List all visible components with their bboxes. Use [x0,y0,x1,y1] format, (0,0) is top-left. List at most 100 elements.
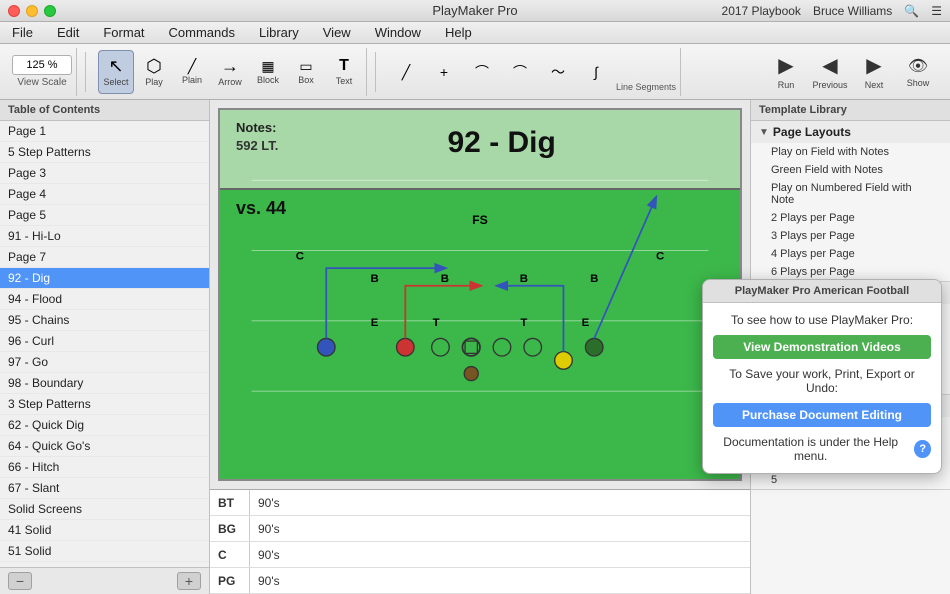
tpl-green-field[interactable]: Green Field with Notes [751,161,950,179]
line-seg-2[interactable]: + [426,50,462,94]
svg-text:C: C [656,250,664,262]
box-tool[interactable]: ▭ Box [288,50,324,94]
window-title: 2017 Playbook [722,4,801,18]
line-seg-4[interactable]: ⌒ [502,50,538,94]
menu-help[interactable]: Help [441,23,476,42]
show-button[interactable]: 👁 Show [898,50,938,94]
menu-file[interactable]: File [8,23,37,42]
toc-item-page1[interactable]: Page 1 [0,121,209,142]
line-seg-3[interactable]: ⌒ [464,50,500,94]
toolbar: View Scale ↖ Select ⬡ Play ╱ Plain → Arr… [0,44,950,100]
toc-item-boundary[interactable]: 98 - Boundary [0,373,209,394]
toc-item-hilo[interactable]: 91 - Hi-Lo [0,226,209,247]
toc-item-quickdig[interactable]: 62 - Quick Dig [0,415,209,436]
plain-icon: ╱ [188,59,196,73]
block-tool[interactable]: ▦ Block [250,50,286,94]
toc-item-5step[interactable]: 5 Step Patterns [0,142,209,163]
play-area: Notes: 592 LT. 92 - Dig vs. 44 FS [210,100,750,594]
next-button[interactable]: ▶ Next [854,50,894,94]
toc-item-solidscreens[interactable]: Solid Screens [0,499,209,520]
toc-item-page5[interactable]: Page 5 [0,205,209,226]
tool-group: ↖ Select ⬡ Play ╱ Plain → Arrow ▦ Block … [94,48,367,96]
toc-item-3step[interactable]: 3 Step Patterns [0,394,209,415]
text-icon: T [339,58,349,74]
minimize-button[interactable] [26,5,38,17]
toc-item-page3[interactable]: Page 3 [0,163,209,184]
popup-text1: To see how to use PlayMaker Pro: [713,313,931,327]
line-segments-label: Line Segments [616,82,676,96]
select-tool[interactable]: ↖ Select [98,50,134,94]
view-scale-label: View Scale [17,77,66,88]
tpl-numbered-field[interactable]: Play on Numbered Field with Note [751,179,950,209]
play-label: Play [145,77,163,87]
toc-plus-button[interactable]: + [177,572,201,590]
search-icon[interactable]: 🔍 [904,4,919,18]
svg-text:FS: FS [472,213,488,227]
toc-item-slant[interactable]: 67 - Slant [0,478,209,499]
svg-text:E: E [371,317,379,329]
menu-icon[interactable]: ☰ [931,4,942,18]
notes-grid: BT 90's BG 90's C 90's PG 90's [210,489,750,594]
popup-text3: Documentation is under the Help menu. [713,435,908,463]
svg-text:B: B [520,273,528,285]
play-diagram: FS C C B B B B E T T E [220,110,740,479]
menu-library[interactable]: Library [255,23,303,42]
svg-text:B: B [370,273,378,285]
line-seg-5[interactable]: 〜 [540,50,576,94]
fullscreen-button[interactable] [44,5,56,17]
tpl-4plays[interactable]: 4 Plays per Page [751,245,950,263]
text-tool[interactable]: T Text [326,50,362,94]
menu-view[interactable]: View [319,23,355,42]
play-tool[interactable]: ⬡ Play [136,50,172,94]
tpl-2plays[interactable]: 2 Plays per Page [751,209,950,227]
toc-item-chains[interactable]: 95 - Chains [0,310,209,331]
run-icon: ▶ [778,53,793,78]
toc-item-page4[interactable]: Page 4 [0,184,209,205]
text-label: Text [336,76,353,86]
toc-item-41solid[interactable]: 41 Solid [0,520,209,541]
toc-minus-button[interactable]: − [8,572,32,590]
notes-value-pg: 90's [250,574,750,588]
previous-button[interactable]: ◀ Previous [810,50,850,94]
toc-panel: Table of Contents Page 1 5 Step Patterns… [0,100,210,594]
close-button[interactable] [8,5,20,17]
menu-window[interactable]: Window [371,23,425,42]
menu-bar: File Edit Format Commands Library View W… [0,22,950,44]
toc-item-go[interactable]: 97 - Go [0,352,209,373]
arrow-tool[interactable]: → Arrow [212,50,248,94]
tpl-play-on-field[interactable]: Play on Field with Notes [751,143,950,161]
notes-label-c: C [210,542,250,567]
svg-text:B: B [441,273,449,285]
toc-item-curl[interactable]: 96 - Curl [0,331,209,352]
toc-item-dig[interactable]: 92 - Dig [0,268,209,289]
toc-item-flood[interactable]: 94 - Flood [0,289,209,310]
popup-help-row: Documentation is under the Help menu. ? [713,435,931,463]
view-scale-input[interactable] [12,55,72,75]
field[interactable]: Notes: 592 LT. 92 - Dig vs. 44 FS [218,108,742,481]
title-bar: PlayMaker Pro 2017 Playbook Bruce Willia… [0,0,950,22]
menu-edit[interactable]: Edit [53,23,83,42]
run-button[interactable]: ▶ Run [766,50,806,94]
select-icon: ↖ [108,57,123,75]
help-button[interactable]: ? [914,440,931,458]
page-layouts-label: Page Layouts [773,125,851,139]
section-page-layouts-header[interactable]: ▼ Page Layouts [751,121,950,143]
run-label: Run [778,80,795,90]
tpl-3plays[interactable]: 3 Plays per Page [751,227,950,245]
line-seg-6[interactable]: ∫ [578,50,614,94]
menu-commands[interactable]: Commands [165,23,239,42]
arrow-label: Arrow [218,77,242,87]
toc-item-quickgo[interactable]: 64 - Quick Go's [0,436,209,457]
toc-item-page7[interactable]: Page 7 [0,247,209,268]
next-icon: ▶ [866,53,881,78]
toc-item-hitch[interactable]: 66 - Hitch [0,457,209,478]
purchase-editing-button[interactable]: Purchase Document Editing [713,403,931,427]
play-icon: ⬡ [146,57,162,75]
toc-item-51solid[interactable]: 51 Solid [0,541,209,562]
line-seg-1[interactable]: ╱ [388,50,424,94]
plain-tool[interactable]: ╱ Plain [174,50,210,94]
svg-text:E: E [582,317,590,329]
view-demo-button[interactable]: View Demonstration Videos [713,335,931,359]
menu-format[interactable]: Format [99,23,148,42]
svg-text:B: B [590,273,598,285]
